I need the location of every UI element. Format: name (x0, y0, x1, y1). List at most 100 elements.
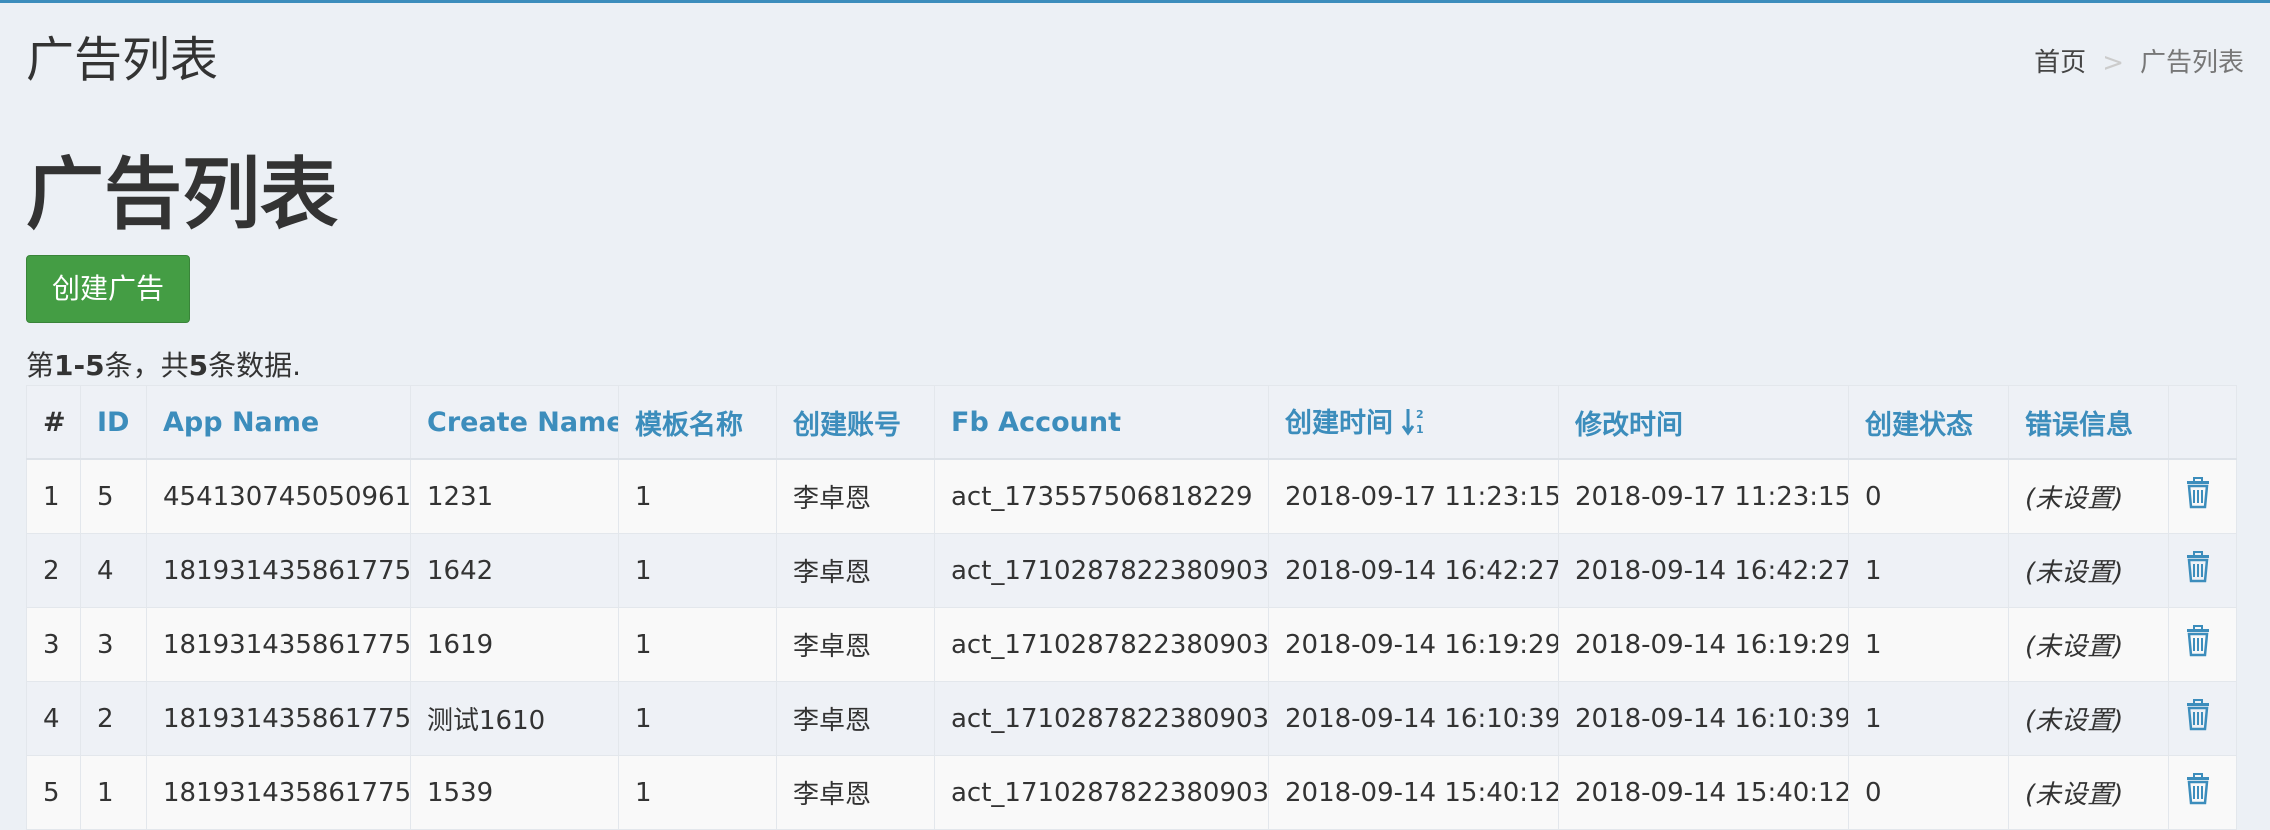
row-index: 3 (26, 607, 81, 682)
row-app-name: 181931435861775 (146, 681, 411, 756)
row-modified-time: 2018-09-14 16:42:27 (1558, 533, 1849, 608)
row-create-name: 1539 (410, 755, 619, 830)
row-actions (2168, 458, 2237, 534)
summary-suffix: 条数据. (208, 349, 302, 382)
content-header: 广告列表 首页 > 广告列表 (26, 25, 2244, 95)
row-app-name: 454130745050961 (146, 458, 411, 534)
column-header-template-name[interactable]: 模板名称 (618, 385, 777, 460)
row-error-info: (未设置) (2008, 458, 2169, 534)
row-modified-time: 2018-09-14 15:40:12 (1558, 755, 1849, 830)
row-create-status: 0 (1848, 755, 2009, 830)
row-app-name: 181931435861775 (146, 533, 411, 608)
row-created-time: 2018-09-14 16:10:39 (1268, 681, 1559, 756)
row-error-info: (未设置) (2008, 681, 2169, 756)
row-actions (2168, 607, 2237, 682)
row-creator: 李卓恩 (776, 681, 935, 756)
column-header-create-status[interactable]: 创建状态 (1848, 385, 2009, 460)
column-header-index: # (26, 385, 81, 460)
table-row: 4 2 181931435861775 测试1610 1 李卓恩 act_171028782… (26, 681, 2237, 756)
column-header-fb-account[interactable]: Fb Account (934, 385, 1269, 460)
row-fb-account: act_1710287822380903 (934, 681, 1269, 756)
row-error-info: (未设置) (2008, 755, 2169, 830)
trash-icon[interactable] (2185, 773, 2211, 812)
table-row: 1 5 454130745050961 1231 1 李卓恩 act_17355750681… (26, 458, 2237, 534)
row-fb-account: act_1710287822380903 (934, 755, 1269, 830)
row-actions (2168, 681, 2237, 756)
table-header-row: # ID App Name Create Name 模板名称 创建账号 Fb A… (26, 385, 2237, 460)
column-header-create-name[interactable]: Create Name (410, 385, 619, 460)
row-modified-time: 2018-09-14 16:19:29 (1558, 607, 1849, 682)
row-index: 4 (26, 681, 81, 756)
summary-middle: 条，共 (104, 349, 189, 382)
column-header-app-name[interactable]: App Name (146, 385, 411, 460)
row-fb-account: act_1710287822380903 (934, 607, 1269, 682)
summary-text: 第1-5条，共5条数据. (26, 344, 301, 384)
breadcrumb-home-link[interactable]: 首页 (2034, 48, 2086, 78)
create-ad-button[interactable]: 创建广告 (26, 255, 190, 323)
row-app-name: 181931435861775 (146, 755, 411, 830)
row-creator: 李卓恩 (776, 607, 935, 682)
summary-prefix: 第 (26, 349, 55, 382)
breadcrumb-separator: > (2102, 48, 2124, 78)
trash-icon[interactable] (2185, 625, 2211, 664)
svg-text:1: 1 (1416, 423, 1424, 436)
row-created-time: 2018-09-14 16:19:29 (1268, 607, 1559, 682)
row-template-name: 1 (618, 458, 777, 534)
column-header-modified-time[interactable]: 修改时间 (1558, 385, 1849, 460)
trash-icon[interactable] (2185, 699, 2211, 738)
table-row: 2 4 181931435861775 1642 1 李卓恩 act_17102878223… (26, 533, 2237, 608)
row-creator: 李卓恩 (776, 755, 935, 830)
row-index: 5 (26, 755, 81, 830)
breadcrumb-current: 广告列表 (2139, 48, 2244, 78)
summary-range: 1-5 (54, 349, 105, 382)
row-index: 2 (26, 533, 81, 608)
row-create-name: 1642 (410, 533, 619, 608)
row-created-time: 2018-09-14 15:40:12 (1268, 755, 1559, 830)
column-header-created-time[interactable]: 创建时间 2 1 (1268, 385, 1559, 460)
row-error-info: (未设置) (2008, 607, 2169, 682)
ads-table: # ID App Name Create Name 模板名称 创建账号 Fb A… (26, 385, 2237, 830)
row-index: 1 (26, 458, 81, 534)
table-row: 3 3 181931435861775 1619 1 李卓恩 act_17102878223… (26, 607, 2237, 682)
row-template-name: 1 (618, 755, 777, 830)
summary-total: 5 (188, 349, 209, 382)
header-title: 广告列表 (26, 32, 219, 88)
created-time-label: 创建时间 (1285, 408, 1393, 439)
column-header-creator-account[interactable]: 创建账号 (776, 385, 935, 460)
row-template-name: 1 (618, 607, 777, 682)
breadcrumb: 首页 > 广告列表 (2034, 47, 2244, 79)
row-actions (2168, 755, 2237, 830)
row-create-name: 测试1610 (410, 681, 619, 756)
row-template-name: 1 (618, 681, 777, 756)
column-header-actions (2168, 385, 2237, 460)
row-modified-time: 2018-09-17 11:23:15 (1558, 458, 1849, 534)
trash-icon[interactable] (2185, 477, 2211, 516)
row-create-name: 1231 (410, 458, 619, 534)
page-heading: 广告列表 (26, 150, 339, 240)
row-modified-time: 2018-09-14 16:10:39 (1558, 681, 1849, 756)
row-actions (2168, 533, 2237, 608)
table-body: 1 5 454130745050961 1231 1 李卓恩 act_17355750681… (26, 458, 2237, 830)
row-template-name: 1 (618, 533, 777, 608)
trash-icon[interactable] (2185, 551, 2211, 590)
row-id: 5 (80, 458, 147, 534)
row-created-time: 2018-09-17 11:23:15 (1268, 458, 1559, 534)
row-creator: 李卓恩 (776, 458, 935, 534)
row-fb-account: act_1710287822380903 (934, 533, 1269, 608)
column-header-id[interactable]: ID (80, 385, 147, 460)
row-id: 4 (80, 533, 147, 608)
row-create-status: 1 (1848, 681, 2009, 756)
column-header-error-info[interactable]: 错误信息 (2008, 385, 2169, 460)
row-creator: 李卓恩 (776, 533, 935, 608)
row-id: 1 (80, 755, 147, 830)
row-create-status: 1 (1848, 533, 2009, 608)
row-create-name: 1619 (410, 607, 619, 682)
row-created-time: 2018-09-14 16:42:27 (1268, 533, 1559, 608)
row-app-name: 181931435861775 (146, 607, 411, 682)
svg-text:2: 2 (1416, 408, 1424, 421)
row-id: 2 (80, 681, 147, 756)
row-id: 3 (80, 607, 147, 682)
row-create-status: 0 (1848, 458, 2009, 534)
sort-numeric-asc-icon: 21 (1401, 406, 1427, 443)
table-row: 5 1 181931435861775 1539 1 李卓恩 act_17102878223… (26, 755, 2237, 830)
